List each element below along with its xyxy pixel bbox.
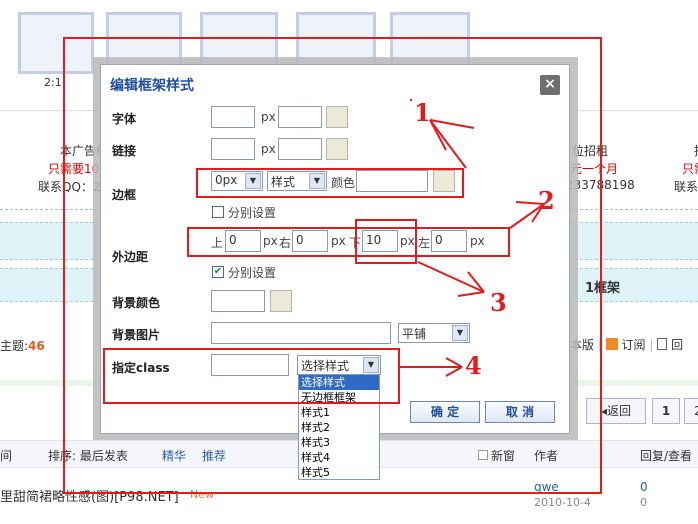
annotation-number-3: 3 (490, 288, 507, 317)
annotation-number-1: 1 (414, 98, 431, 127)
annotation-arrows (400, 98, 545, 377)
annotation-number-4: 4 (465, 351, 482, 380)
annotation-number-2: 2 (538, 186, 555, 215)
